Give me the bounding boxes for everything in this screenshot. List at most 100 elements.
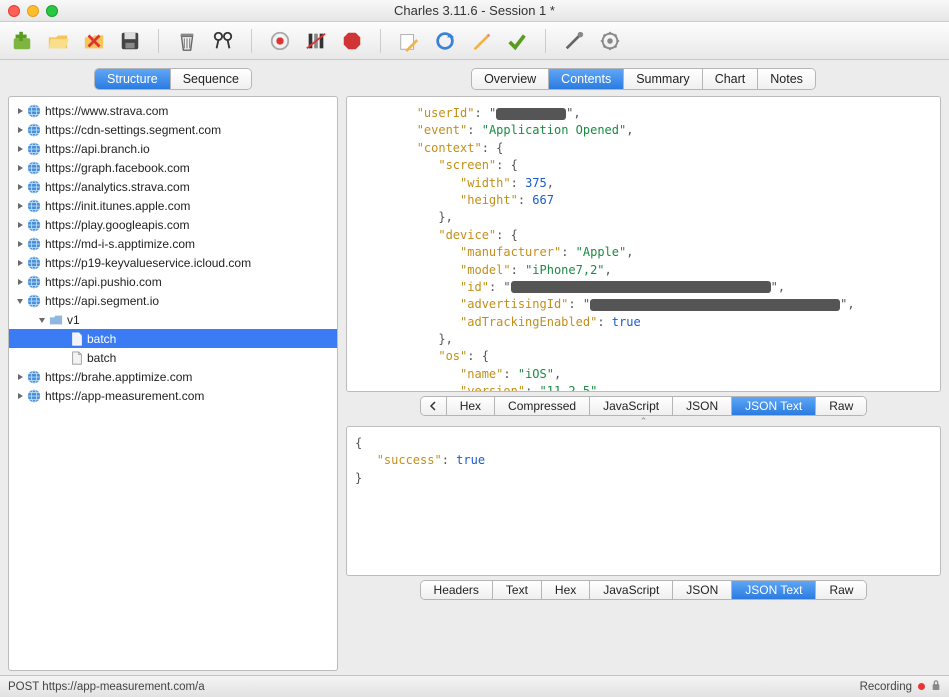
detail-tab-contents[interactable]: Contents <box>549 69 624 89</box>
open-button[interactable] <box>46 29 70 53</box>
request-tab-javascript[interactable]: JavaScript <box>590 397 673 415</box>
response-tab-json-text[interactable]: JSON Text <box>732 581 816 599</box>
response-body-view[interactable]: { "success": true} <box>346 426 941 576</box>
tree-item-label: https://brahe.apptimize.com <box>45 370 192 384</box>
tree-item[interactable]: batch <box>9 329 337 348</box>
response-format-tabs: HeadersTextHexJavaScriptJSONJSON TextRaw <box>420 580 868 600</box>
tree-item[interactable]: https://brahe.apptimize.com <box>9 367 337 386</box>
validate-button[interactable] <box>505 29 529 53</box>
disclosure-right-icon[interactable] <box>15 163 25 173</box>
response-tab-raw[interactable]: Raw <box>816 581 866 599</box>
tree-item-label: https://api.segment.io <box>45 294 159 308</box>
disclosure-right-icon[interactable] <box>15 201 25 211</box>
separator <box>545 29 546 53</box>
tree-item-label: https://api.branch.io <box>45 142 150 156</box>
request-tab-json[interactable]: JSON <box>673 397 732 415</box>
throttle-button[interactable] <box>304 29 328 53</box>
disclosure-right-icon[interactable] <box>15 258 25 268</box>
disclosure-right-icon[interactable] <box>15 277 25 287</box>
request-tab-json-text[interactable]: JSON Text <box>732 397 816 415</box>
tree-item[interactable]: https://analytics.strava.com <box>9 177 337 196</box>
tree-item-label: https://play.googleapis.com <box>45 218 190 232</box>
response-tab-hex[interactable]: Hex <box>542 581 590 599</box>
request-tab-back-button[interactable] <box>421 397 447 415</box>
detail-tab-chart[interactable]: Chart <box>703 69 759 89</box>
tree-item[interactable]: https://p19-keyvalueservice.icloud.com <box>9 253 337 272</box>
separator <box>158 29 159 53</box>
tree-item[interactable]: https://app-measurement.com <box>9 386 337 405</box>
disclosure-right-icon[interactable] <box>15 144 25 154</box>
save-button[interactable] <box>118 29 142 53</box>
response-tab-headers[interactable]: Headers <box>421 581 493 599</box>
recording-label: Recording <box>860 681 912 693</box>
request-tab-compressed[interactable]: Compressed <box>495 397 590 415</box>
tree-item-label: https://www.strava.com <box>45 104 168 118</box>
disclosure-right-icon[interactable] <box>15 106 25 116</box>
tree-item-label: https://analytics.strava.com <box>45 180 190 194</box>
detail-tab-summary[interactable]: Summary <box>624 69 702 89</box>
tree-item-label: v1 <box>67 313 80 327</box>
find-button[interactable] <box>211 29 235 53</box>
tree-item-label: batch <box>87 332 116 346</box>
titlebar: Charles 3.11.6 - Session 1 * <box>0 0 949 22</box>
record-button[interactable] <box>268 29 292 53</box>
disclosure-down-icon[interactable] <box>15 296 25 306</box>
separator <box>380 29 381 53</box>
detail-tabs: OverviewContentsSummaryChartNotes <box>471 68 816 90</box>
tree-item-label: https://init.itunes.apple.com <box>45 199 190 213</box>
view-tab-structure[interactable]: Structure <box>95 69 171 89</box>
separator <box>251 29 252 53</box>
request-tab-hex[interactable]: Hex <box>447 397 495 415</box>
tree-item[interactable]: https://www.strava.com <box>9 101 337 120</box>
tree-item[interactable]: https://api.pushio.com <box>9 272 337 291</box>
tree-item[interactable]: https://cdn-settings.segment.com <box>9 120 337 139</box>
recording-indicator-icon <box>918 683 925 690</box>
toolbar <box>0 22 949 60</box>
tree-item-label: https://cdn-settings.segment.com <box>45 123 221 137</box>
trash-button[interactable] <box>175 29 199 53</box>
tree-item[interactable]: batch <box>9 348 337 367</box>
request-body-view[interactable]: "userId": "", "event": "Application Open… <box>346 96 941 392</box>
detail-tab-overview[interactable]: Overview <box>472 69 549 89</box>
disclosure-down-icon[interactable] <box>37 315 47 325</box>
close-session-button[interactable] <box>82 29 106 53</box>
tree-item-label: batch <box>87 351 116 365</box>
lock-icon <box>931 679 941 694</box>
disclosure-right-icon[interactable] <box>15 125 25 135</box>
tree-item[interactable]: https://api.branch.io <box>9 139 337 158</box>
disclosure-right-icon[interactable] <box>15 372 25 382</box>
window-title: Charles 3.11.6 - Session 1 * <box>0 3 949 18</box>
tree-item[interactable]: https://init.itunes.apple.com <box>9 196 337 215</box>
tree-item-label: https://p19-keyvalueservice.icloud.com <box>45 256 251 270</box>
disclosure-right-icon[interactable] <box>15 239 25 249</box>
pane-divider[interactable]: ⌃ <box>346 416 941 426</box>
request-format-tabs: HexCompressedJavaScriptJSONJSON TextRaw <box>420 396 868 416</box>
statusbar: POST https://app-measurement.com/a Recor… <box>0 675 949 697</box>
settings-button[interactable] <box>598 29 622 53</box>
repeat-button[interactable] <box>433 29 457 53</box>
response-tab-text[interactable]: Text <box>493 581 542 599</box>
stop-button[interactable] <box>340 29 364 53</box>
response-tab-javascript[interactable]: JavaScript <box>590 581 673 599</box>
structure-tree[interactable]: https://www.strava.com https://cdn-settin… <box>8 96 338 671</box>
tree-item[interactable]: https://md-i-s.apptimize.com <box>9 234 337 253</box>
response-tab-json[interactable]: JSON <box>673 581 732 599</box>
left-pane: StructureSequence https://www.strava.com… <box>8 68 338 671</box>
right-pane: OverviewContentsSummaryChartNotes "userI… <box>346 68 941 671</box>
tree-item[interactable]: https://api.segment.io <box>9 291 337 310</box>
tree-item[interactable]: https://play.googleapis.com <box>9 215 337 234</box>
request-tab-raw[interactable]: Raw <box>816 397 866 415</box>
disclosure-right-icon[interactable] <box>15 391 25 401</box>
disclosure-right-icon[interactable] <box>15 220 25 230</box>
view-mode-tabs: StructureSequence <box>94 68 252 90</box>
disclosure-right-icon[interactable] <box>15 182 25 192</box>
tools-button[interactable] <box>562 29 586 53</box>
tree-item-label: https://api.pushio.com <box>45 275 162 289</box>
compose-button[interactable] <box>397 29 421 53</box>
detail-tab-notes[interactable]: Notes <box>758 69 815 89</box>
view-tab-sequence[interactable]: Sequence <box>171 69 251 89</box>
tree-item[interactable]: v1 <box>9 310 337 329</box>
add-button[interactable] <box>10 29 34 53</box>
edit-button[interactable] <box>469 29 493 53</box>
tree-item[interactable]: https://graph.facebook.com <box>9 158 337 177</box>
